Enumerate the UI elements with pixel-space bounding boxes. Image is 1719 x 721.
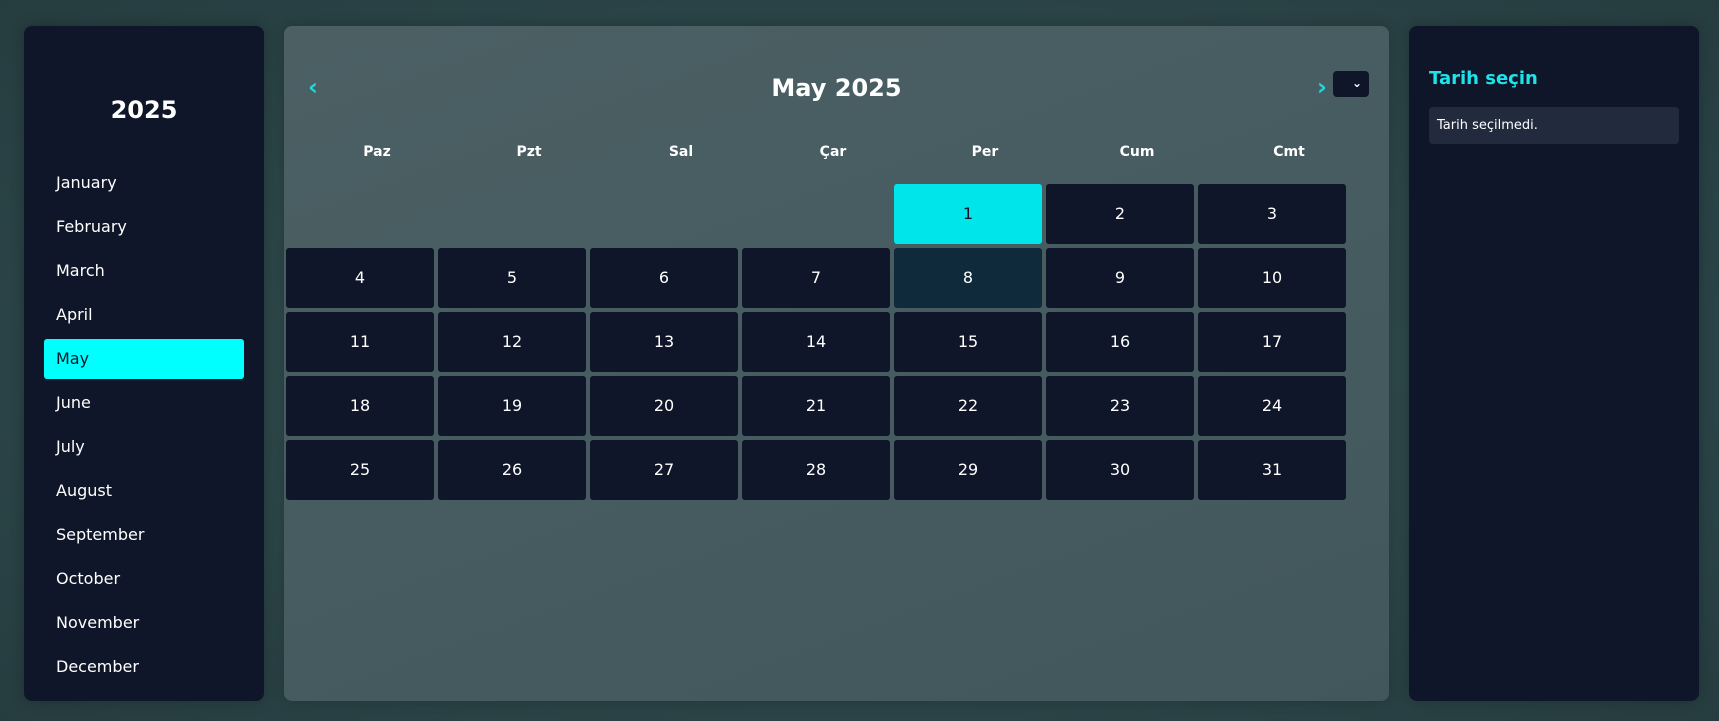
calendar-panel: ‹ May 2025 › ⌄ Paz Pzt Sal Çar Per Cum Cmt 123… [284, 26, 1389, 701]
day-cell[interactable]: 24 [1198, 376, 1346, 436]
day-cell[interactable]: 2 [1046, 184, 1194, 244]
day-cell[interactable]: 19 [438, 376, 586, 436]
month-item-march[interactable]: March [44, 251, 244, 291]
day-cell[interactable]: 13 [590, 312, 738, 372]
month-item-october[interactable]: October [44, 559, 244, 599]
day-cell[interactable]: 3 [1198, 184, 1346, 244]
month-item-june[interactable]: June [44, 383, 244, 423]
month-item-july[interactable]: July [44, 427, 244, 467]
weekday-label: Çar [819, 144, 847, 160]
sidebar-year: 2025 [110, 96, 178, 124]
month-item-december[interactable]: December [44, 647, 244, 687]
day-cell[interactable]: 22 [894, 376, 1042, 436]
details-panel: Tarih seçin Tarih seçilmedi. [1409, 26, 1699, 701]
chevron-down-icon: ⌄ [1351, 76, 1362, 90]
day-cell[interactable]: 29 [894, 440, 1042, 500]
month-item-april[interactable]: April [44, 295, 244, 335]
day-cell[interactable]: 15 [894, 312, 1042, 372]
day-cell[interactable]: 21 [742, 376, 890, 436]
day-grid: 1 2 3 4 5 6 7 8 9 10 11 12 13 14 15 16 17 18 19 20 21 22 23 24 2… [286, 170, 1374, 500]
day-cell[interactable]: 10 [1198, 248, 1346, 308]
day-cell[interactable]: 4 [286, 248, 434, 308]
app-background: 2025 January February March April May June Jul… [0, 0, 1719, 721]
day-cell[interactable]: 18 [286, 376, 434, 436]
day-cell[interactable]: 20 [590, 376, 738, 436]
day-cell[interactable]: 1 [894, 184, 1042, 244]
day-cell[interactable]: 23 [1046, 376, 1194, 436]
weekday-label: Cmt [1273, 144, 1305, 160]
day-cell[interactable]: 12 [438, 312, 586, 372]
weekday-label: Per [971, 144, 999, 160]
day-cell[interactable]: 8 [894, 248, 1042, 308]
day-cell[interactable]: 5 [438, 248, 586, 308]
day-cell[interactable]: 9 [1046, 248, 1194, 308]
details-title: Tarih seçin [1429, 68, 1538, 89]
weekday-label: Paz [363, 144, 391, 160]
day-cell[interactable]: 31 [1198, 440, 1346, 500]
day-cell[interactable]: 16 [1046, 312, 1194, 372]
weekday-label: Cum [1119, 144, 1155, 160]
month-item-november[interactable]: November [44, 603, 244, 643]
day-cell[interactable]: 7 [742, 248, 890, 308]
next-month-button[interactable]: › [1317, 72, 1327, 102]
day-cell[interactable]: 14 [742, 312, 890, 372]
month-list: January February March April May June July Augu… [44, 163, 244, 691]
month-item-september[interactable]: September [44, 515, 244, 555]
calendar-title: May 2025 [771, 74, 902, 102]
weekday-label: Sal [668, 144, 694, 160]
day-cell[interactable]: 26 [438, 440, 586, 500]
month-item-january[interactable]: January [44, 163, 244, 203]
day-cell[interactable]: 25 [286, 440, 434, 500]
day-cell[interactable]: 11 [286, 312, 434, 372]
selected-date-box: Tarih seçilmedi. [1429, 107, 1679, 144]
day-cell[interactable]: 30 [1046, 440, 1194, 500]
day-cell[interactable]: 28 [742, 440, 890, 500]
day-cell[interactable]: 6 [590, 248, 738, 308]
month-item-february[interactable]: February [44, 207, 244, 247]
day-cell[interactable]: 27 [590, 440, 738, 500]
weekday-label: Pzt [516, 144, 542, 160]
month-item-august[interactable]: August [44, 471, 244, 511]
month-sidebar: 2025 January February March April May June Jul… [24, 26, 264, 701]
month-item-may[interactable]: May [44, 339, 244, 379]
view-select[interactable]: ⌄ [1333, 71, 1369, 97]
day-cell[interactable]: 17 [1198, 312, 1346, 372]
